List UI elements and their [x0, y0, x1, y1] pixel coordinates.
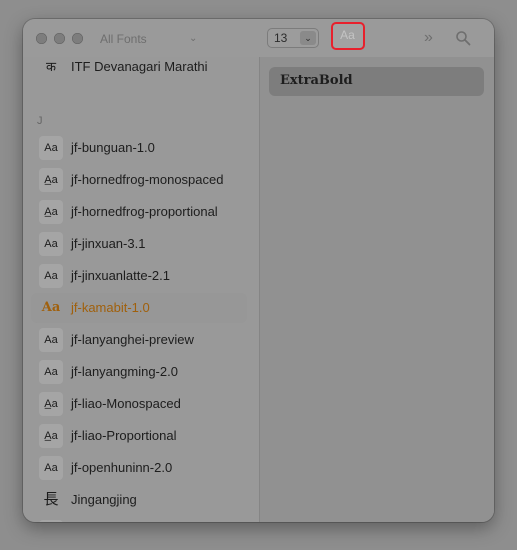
font-name: jf-openhuninn-2.0	[71, 460, 173, 475]
font-glyph-icon: Aa	[39, 360, 63, 384]
font-name: jf-jinxuan-3.1	[71, 236, 146, 251]
font-glyph-icon: A̲a	[39, 424, 63, 448]
font-glyph-icon: 長	[43, 491, 59, 508]
list-item[interactable]: Aa jf-jinxuan-3.1	[23, 228, 259, 260]
toolbar: All Fonts ⌄ 13 ⌄ Aa »	[23, 19, 494, 57]
font-glyph-icon: Aa	[39, 264, 63, 288]
font-list-sidebar[interactable]: क ITF Devanagari Marathi J Aa jf-bunguan-…	[23, 57, 259, 522]
preview-mode-label: Aa	[340, 28, 355, 42]
font-name: jf-hornedfrog-proportional	[71, 204, 218, 219]
font-name: jf-liao-Proportional	[71, 428, 177, 443]
font-glyph-icon: Aa	[39, 328, 63, 352]
style-item-selected[interactable]: ExtraBold	[269, 67, 484, 96]
list-item[interactable]: 長 Jingangjing	[23, 484, 259, 516]
font-glyph-icon: A̲a	[39, 200, 63, 224]
close-window-button[interactable]	[36, 33, 47, 44]
minimize-window-button[interactable]	[54, 33, 65, 44]
font-name: jf-hornedfrog-monospaced	[71, 172, 224, 187]
list-item[interactable]: Aa jf-lanyangming-2.0	[23, 356, 259, 388]
toolbar-overflow-icon[interactable]: »	[424, 29, 433, 47]
list-item[interactable]: Aa jf-jinxuanlatte-2.1	[23, 260, 259, 292]
font-size-select[interactable]: 13 ⌄	[267, 28, 319, 48]
font-glyph-icon: A̲a	[39, 392, 63, 416]
list-item[interactable]: A̲a jf-hornedfrog-proportional	[23, 196, 259, 228]
font-name: jf-bunguan-1.0	[71, 140, 155, 155]
list-item-selected[interactable]: Aa jf-kamabit-1.0	[23, 292, 259, 324]
font-name: jf-liao-Monospaced	[71, 396, 181, 411]
font-name: jf-kamabit-1.0	[71, 300, 150, 315]
font-glyph-icon: A̲a	[39, 520, 63, 522]
chevron-down-icon: ⌄	[300, 31, 316, 45]
font-size-value: 13	[274, 31, 288, 45]
list-item[interactable]: A̲a justinbeaverfont	[23, 516, 259, 522]
font-name: jf-lanyangming-2.0	[71, 364, 178, 379]
collection-selector[interactable]: All Fonts	[100, 31, 147, 47]
list-item[interactable]: क ITF Devanagari Marathi	[23, 57, 259, 83]
font-glyph-icon: Aa	[39, 232, 63, 256]
font-name: jf-lanyanghei-preview	[71, 332, 194, 347]
font-glyph-icon: Aa	[41, 300, 61, 315]
font-book-window: All Fonts ⌄ 13 ⌄ Aa » क ITF Devanagari M…	[23, 19, 494, 522]
font-name: ITF Devanagari Marathi	[71, 59, 208, 74]
preview-mode-button[interactable]: Aa	[331, 22, 365, 50]
font-name: justinbeaverfont	[71, 516, 163, 522]
chevron-down-icon[interactable]: ⌄	[189, 32, 197, 46]
font-glyph-icon: A̲a	[39, 168, 63, 192]
font-name: jf-jinxuanlatte-2.1	[71, 268, 170, 283]
list-item[interactable]: A̲a jf-liao-Monospaced	[23, 388, 259, 420]
style-list-panel[interactable]: ExtraBold	[260, 57, 494, 522]
font-glyph-icon: Aa	[39, 136, 63, 160]
section-header: J	[37, 115, 43, 127]
zoom-window-button[interactable]	[72, 33, 83, 44]
list-item[interactable]: Aa jf-bunguan-1.0	[23, 132, 259, 164]
search-icon[interactable]	[455, 30, 471, 46]
font-glyph-icon: Aa	[39, 456, 63, 480]
list-item[interactable]: A̲a jf-liao-Proportional	[23, 420, 259, 452]
list-item[interactable]: Aa jf-openhuninn-2.0	[23, 452, 259, 484]
font-glyph-icon: क	[46, 59, 56, 74]
list-item[interactable]: Aa jf-lanyanghei-preview	[23, 324, 259, 356]
font-name: Jingangjing	[71, 492, 137, 507]
style-name: ExtraBold	[280, 73, 353, 88]
list-item[interactable]: A̲a jf-hornedfrog-monospaced	[23, 164, 259, 196]
